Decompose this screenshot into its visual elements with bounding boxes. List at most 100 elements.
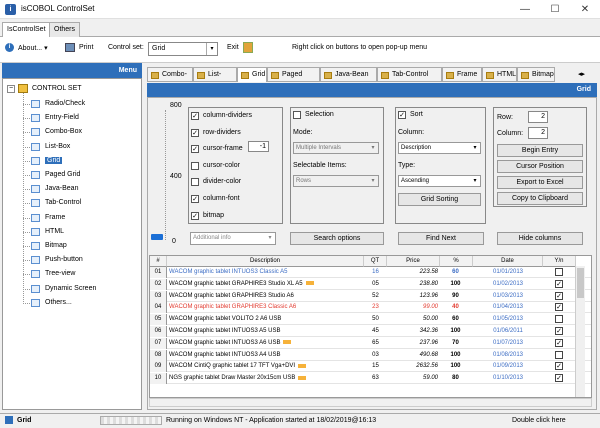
tree-item[interactable]: Dynamic Screen — [45, 285, 96, 292]
control-set-combo[interactable]: Grid ▾ — [148, 42, 218, 56]
tree-root[interactable]: CONTROL SET — [32, 85, 82, 92]
table-row[interactable]: 09 WACOM CintiQ graphic tablet 17 TFT Vga… — [150, 361, 591, 373]
tree-item[interactable]: Push-button — [45, 256, 83, 263]
exit-button[interactable]: Exit — [227, 44, 239, 51]
minimize-button[interactable]: — — [510, 0, 540, 19]
column-input[interactable]: 2 — [528, 127, 548, 139]
tree-item[interactable]: Paged Grid — [45, 171, 80, 178]
scroll-thumb[interactable] — [577, 268, 584, 298]
tab-icon — [381, 72, 389, 79]
data-grid[interactable]: # Description QT Price % Date Y/n 01 WACO… — [149, 255, 592, 398]
cell-yn-checkbox[interactable] — [555, 350, 563, 359]
table-row[interactable]: 02 WACOM graphic tablet GRAPHIRE3 Studio … — [150, 278, 591, 290]
cell-date: 01/01/2013 — [473, 267, 543, 278]
tree-item[interactable]: Tree-view — [45, 270, 75, 277]
tab-grid[interactable]: Grid — [237, 67, 267, 82]
tab-iscontrolset[interactable]: IsControlSet — [2, 22, 51, 38]
additional-info-combo[interactable]: Additional info ▾ — [190, 232, 276, 245]
table-row[interactable]: 07 WACOM graphic tablet INTUOS3 A6 USB 65 2… — [150, 337, 591, 349]
row-input[interactable]: 2 — [528, 111, 548, 123]
col-header-price[interactable]: Price — [387, 256, 440, 267]
export-excel-button[interactable]: Export to Excel — [497, 176, 583, 189]
copy-clipboard-button[interactable]: Copy to Clipboard — [497, 192, 583, 205]
col-header-description[interactable]: Description — [167, 256, 364, 267]
selection-checkbox[interactable] — [293, 111, 301, 119]
table-row[interactable]: 08 WACOM graphic tablet INTUOS3 A4 USB 03 4… — [150, 349, 591, 361]
tree-item[interactable]: HTML — [45, 228, 64, 235]
tree-item[interactable]: Others... — [45, 299, 72, 306]
tab-java-bean[interactable]: Java-Bean — [320, 67, 377, 82]
vertical-scrollbar[interactable] — [575, 266, 585, 397]
option-checkbox[interactable]: ✓ — [191, 195, 199, 203]
cell-yn-checkbox[interactable]: ✓ — [555, 338, 563, 347]
tree-item[interactable]: List-Box — [45, 143, 70, 150]
table-row[interactable]: 05 WACOM graphic tablet VOLITO 2 A6 USB 50… — [150, 314, 591, 326]
collapse-icon[interactable]: − — [7, 85, 15, 93]
tab-combo-box[interactable]: Combo-Box — [147, 67, 193, 92]
sort-column-combo[interactable]: Description ▾ — [398, 142, 481, 154]
option-checkbox[interactable]: ✓ — [191, 211, 199, 220]
col-header-qt[interactable]: QT — [364, 256, 387, 267]
find-next-button[interactable]: Find Next — [398, 232, 484, 245]
option-checkbox[interactable] — [191, 178, 199, 187]
col-header-yn[interactable]: Y/n — [543, 256, 576, 267]
tab-tab-control[interactable]: Tab-Control — [377, 67, 442, 82]
sort-checkbox[interactable]: ✓ — [398, 111, 406, 119]
tree-item[interactable]: Java-Bean — [45, 185, 78, 192]
tree-item[interactable]: Tab-Control — [45, 199, 81, 206]
cursor-position-button[interactable]: Cursor Position — [497, 160, 583, 173]
tab-bitmap[interactable]: Bitmap — [517, 67, 555, 82]
status-hint[interactable]: Double click here — [512, 415, 566, 426]
hide-columns-button[interactable]: Hide columns — [497, 232, 583, 245]
cell-yn-checkbox[interactable]: ✓ — [555, 327, 563, 335]
option-checkbox[interactable]: ✓ — [191, 128, 199, 137]
maximize-button[interactable]: ☐ — [540, 0, 570, 19]
table-row[interactable]: 04 WACOM graphic tablet GRAPHIRE3 Classic… — [150, 302, 591, 314]
cell-yn-checkbox[interactable]: ✓ — [555, 362, 563, 371]
table-row[interactable]: 10 NGS graphic tablet Draw Master 20x15cm… — [150, 373, 591, 385]
cell-yn-checkbox[interactable]: ✓ — [555, 279, 563, 288]
table-row[interactable]: 03 WACOM graphic tablet GRAPHIRE3 Studio … — [150, 290, 591, 302]
sort-type-combo[interactable]: Ascending ▾ — [398, 175, 481, 187]
grid-sorting-button[interactable]: Grid Sorting — [398, 193, 481, 206]
option-checkbox[interactable]: ✓ — [191, 112, 199, 120]
col-header-number[interactable]: # — [150, 256, 167, 267]
cursor-frame-input[interactable]: -1 — [248, 141, 269, 152]
option-checkbox[interactable]: ✓ — [191, 145, 199, 154]
about-menu[interactable]: About... ▾ — [18, 44, 48, 52]
search-options-button[interactable]: Search options — [290, 232, 384, 245]
cell-yn-checkbox[interactable] — [555, 268, 563, 276]
col-header-pct[interactable]: % — [440, 256, 473, 267]
table-row[interactable]: 01 WACOM graphic tablet INTUOS3 Classic A… — [150, 267, 591, 278]
tab-paged-grid[interactable]: Paged Grid — [267, 67, 320, 92]
tree-item[interactable]: Grid — [45, 156, 63, 164]
tree-item[interactable]: Radio/Check — [45, 100, 85, 107]
tree-item[interactable]: Entry-Field — [45, 114, 79, 121]
col-header-date[interactable]: Date — [473, 256, 543, 267]
print-button[interactable]: Print — [79, 44, 93, 51]
cell-yn-checkbox[interactable] — [555, 315, 563, 324]
tab-scroll-arrows[interactable]: ◂▸ — [578, 70, 585, 78]
begin-entry-button[interactable]: Begin Entry — [497, 144, 583, 157]
cell-description-text: WACOM graphic tablet INTUOS3 Classic A5 — [169, 269, 288, 275]
mode-combo[interactable]: Multiple Intervals ▾ — [293, 142, 379, 154]
tab-others[interactable]: Others — [49, 22, 81, 37]
cell-description-text: WACOM graphic tablet INTUOS3 A6 USB — [169, 339, 281, 346]
tree-item[interactable]: Bitmap — [45, 242, 67, 249]
tree-item[interactable]: Combo-Box — [45, 128, 82, 135]
tab-icon — [271, 72, 279, 79]
table-row[interactable]: 06 WACOM graphic tablet INTUOS3 A5 USB 45 3… — [150, 326, 591, 337]
tree-item[interactable]: Frame — [45, 214, 65, 221]
control-node-icon — [31, 114, 40, 123]
tab-frame[interactable]: Frame — [442, 67, 482, 82]
selectable-items-combo[interactable]: Rows ▾ — [293, 175, 379, 187]
cell-yn-checkbox[interactable]: ✓ — [555, 374, 563, 383]
close-window-button[interactable]: ✕ — [570, 0, 600, 19]
cell-yn-checkbox[interactable]: ✓ — [555, 291, 563, 300]
cell-yn-checkbox[interactable]: ✓ — [555, 303, 563, 312]
horizontal-scrollbar[interactable] — [149, 398, 592, 407]
slider-thumb[interactable] — [151, 234, 163, 240]
tab-html[interactable]: HTML — [482, 67, 517, 82]
option-checkbox[interactable] — [191, 161, 199, 170]
tab-list-box[interactable]: List-Box — [193, 67, 237, 92]
